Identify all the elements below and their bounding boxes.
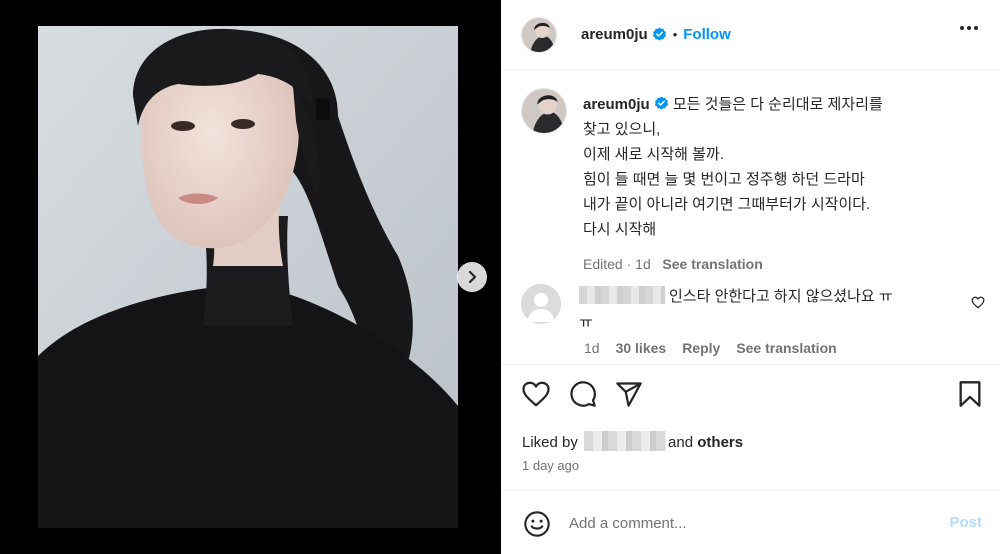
divider <box>501 364 1000 365</box>
bookmark-icon <box>959 381 981 407</box>
edited-label: Edited <box>583 256 623 272</box>
comment-see-translation[interactable]: See translation <box>736 340 836 356</box>
more-options-button[interactable] <box>960 26 978 30</box>
heart-icon <box>522 381 550 407</box>
liked-by-others-link[interactable]: others <box>697 434 743 451</box>
comment-text-block: 인스타 안한다고 하지 않으셨나요 ㅠ ㅠ <box>579 284 929 336</box>
divider <box>501 490 1000 491</box>
comment-likes[interactable]: 30 likes <box>616 340 667 356</box>
verified-badge-icon <box>654 96 668 110</box>
caption-text-block: areum0ju 모든 것들은 다 순리대로 제자리를 찾고 있으니, 이제 새… <box>583 92 983 277</box>
caption-text: areum0ju 모든 것들은 다 순리대로 제자리를 찾고 있으니, 이제 새… <box>583 92 983 242</box>
chevron-right-icon <box>468 270 477 284</box>
instagram-post-modal: areum0ju • Follow areum0ju 모든 것들은 다 순리대로… <box>0 0 1000 554</box>
default-avatar-icon <box>521 284 561 324</box>
emoji-button[interactable] <box>523 510 551 543</box>
liked-by-prefix: Liked by <box>522 434 578 451</box>
liked-by-and: and <box>668 434 694 451</box>
add-comment-input[interactable] <box>569 510 909 536</box>
comment-button[interactable] <box>569 380 597 408</box>
more-dot-icon <box>967 26 971 30</box>
caption-username[interactable]: areum0ju <box>583 96 650 113</box>
caption-meta: Edited · 1d See translation <box>583 256 763 272</box>
post-comment-button[interactable]: Post <box>949 514 982 531</box>
commenter-avatar[interactable] <box>521 284 561 324</box>
reply-button[interactable]: Reply <box>682 340 720 356</box>
post-actions <box>521 380 643 408</box>
comment-bubble-icon <box>570 381 596 407</box>
verified-badge-icon <box>652 27 666 41</box>
comment-time[interactable]: 1d <box>584 340 600 356</box>
caption-avatar[interactable] <box>521 88 567 134</box>
avatar-image <box>522 89 566 133</box>
author-username[interactable]: areum0ju <box>581 26 648 43</box>
carousel-next-button[interactable] <box>457 262 487 292</box>
more-dot-icon <box>960 26 964 30</box>
follow-button[interactable]: Follow <box>683 26 731 43</box>
dot-separator: • <box>672 27 678 42</box>
like-button[interactable] <box>521 380 551 408</box>
portrait-image <box>38 26 458 528</box>
edited-time[interactable]: 1d <box>635 256 651 272</box>
author-avatar[interactable] <box>521 16 557 53</box>
paper-plane-icon <box>616 382 642 407</box>
blurred-commenter-name[interactable] <box>579 286 665 304</box>
blurred-liker-name[interactable] <box>584 431 667 451</box>
media-panel <box>0 0 501 554</box>
save-button[interactable] <box>958 380 982 413</box>
comment-like-button[interactable] <box>971 296 985 314</box>
post-header: areum0ju • Follow <box>501 0 1000 70</box>
share-button[interactable] <box>615 380 643 408</box>
more-dot-icon <box>974 26 978 30</box>
post-side-panel: areum0ju • Follow areum0ju 모든 것들은 다 순리대로… <box>501 0 1000 554</box>
see-translation-link[interactable]: See translation <box>662 256 762 272</box>
heart-outline-icon <box>971 296 985 309</box>
liked-by: Liked by and others <box>522 431 743 451</box>
post-photo[interactable] <box>38 26 458 528</box>
comment-meta: 1d 30 likes Reply See translation <box>584 340 837 356</box>
avatar-image <box>522 17 556 52</box>
post-timestamp[interactable]: 1 day ago <box>522 458 579 473</box>
caption-body-text: 모든 것들은 다 순리대로 제자리를 찾고 있으니, 이제 새로 시작해 볼까.… <box>583 96 883 238</box>
emoji-smile-icon <box>524 511 550 537</box>
